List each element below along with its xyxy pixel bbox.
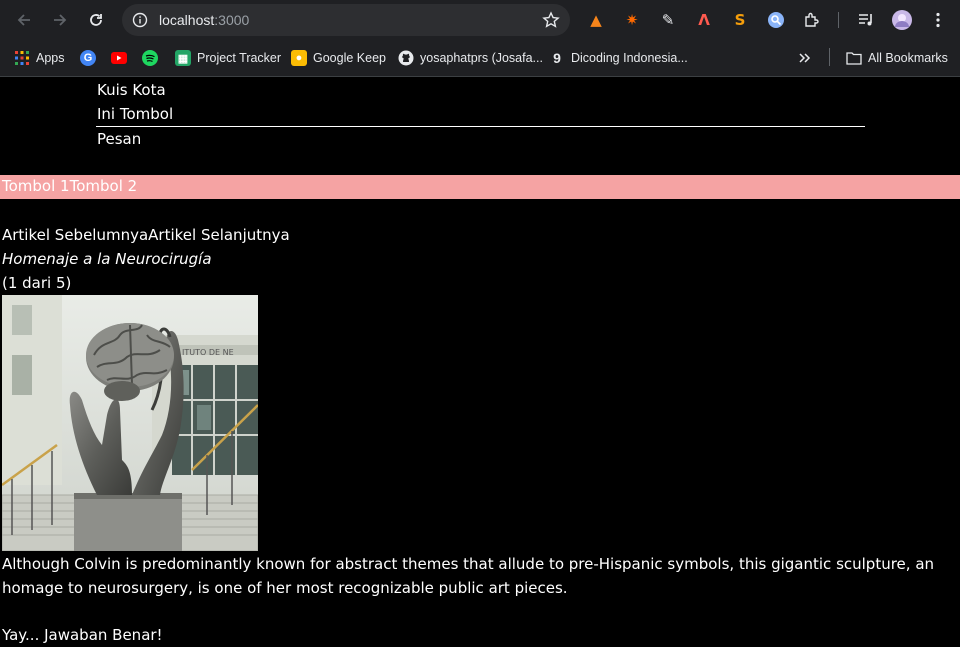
- keep-icon: ●: [291, 50, 307, 66]
- bookmark-dicoding[interactable]: 9 Dicoding Indonesia...: [549, 49, 688, 67]
- github-icon: [398, 50, 414, 66]
- address-bar[interactable]: localhost:3000: [122, 4, 570, 36]
- bookmark-all-bookmarks[interactable]: All Bookmarks: [846, 49, 948, 67]
- profile-avatar-icon[interactable]: [892, 10, 912, 30]
- artwork-counter: (1 dari 5): [2, 274, 72, 292]
- menu-item-kuis-kota[interactable]: Kuis Kota: [97, 81, 166, 99]
- reload-icon[interactable]: [84, 8, 108, 32]
- answer-result: Yay... Jawaban Benar!: [2, 626, 163, 644]
- extensions-puzzle-icon[interactable]: [802, 10, 822, 30]
- page-content: Kuis Kota Ini Tombol Pesan Tombol 1Tombo…: [0, 77, 960, 647]
- browser-toolbar: localhost:3000 ▲ ✷ ✎ Λ S: [0, 0, 960, 40]
- bookmark-label: Apps: [36, 51, 65, 65]
- tombol-1-button[interactable]: Tombol 1: [2, 175, 70, 197]
- bookmarks-divider: [829, 48, 830, 66]
- bookmark-google-keep[interactable]: ● Google Keep: [291, 49, 386, 67]
- url-host: localhost: [159, 12, 215, 28]
- google-account-icon: G: [80, 50, 96, 66]
- toolbar-divider: [838, 12, 839, 28]
- url-port: :3000: [214, 12, 250, 28]
- bookmark-label: All Bookmarks: [868, 51, 948, 65]
- prev-article-link[interactable]: Artikel Sebelumnya: [2, 226, 148, 244]
- next-article-link[interactable]: Artikel Selanjutnya: [148, 226, 290, 244]
- blue-search-extension-icon[interactable]: [766, 10, 786, 30]
- bookmarks-bar: Apps G ▦ Project Tracker ● Google Keep y…: [0, 40, 960, 77]
- bookmark-star-icon[interactable]: [542, 11, 560, 33]
- folder-icon: [846, 50, 862, 66]
- bookmark-project-tracker[interactable]: ▦ Project Tracker: [175, 49, 281, 67]
- bookmark-youtube[interactable]: [111, 49, 133, 67]
- tombol-2-button[interactable]: Tombol 2: [70, 175, 138, 197]
- dicoding-icon: 9: [553, 50, 561, 66]
- artwork-title: Homenaje a la Neurocirugía: [2, 250, 212, 268]
- article-nav: Artikel SebelumnyaArtikel Selanjutnya: [2, 226, 290, 244]
- bookmark-label: Dicoding Indonesia...: [571, 51, 688, 65]
- sculpture-photo: ITUTO DE NE: [2, 295, 258, 551]
- bookmark-label: yosaphatprs (Josafa...: [420, 51, 543, 65]
- address-url[interactable]: localhost:3000: [159, 12, 249, 28]
- sheets-icon: ▦: [175, 50, 191, 66]
- menu-divider: [96, 126, 865, 127]
- more-bookmarks-chevron-icon[interactable]: [798, 49, 812, 67]
- media-control-icon[interactable]: [856, 10, 876, 30]
- color-picker-icon[interactable]: ✎: [658, 10, 678, 30]
- youtube-icon: [111, 50, 127, 66]
- artwork-description: Although Colvin is predominantly known f…: [2, 555, 935, 597]
- apps-grid-icon: [14, 50, 30, 66]
- metamask-fox-icon[interactable]: ▲: [586, 10, 606, 30]
- menu-item-ini-tombol[interactable]: Ini Tombol: [97, 105, 173, 123]
- bookmark-label: Google Keep: [313, 51, 386, 65]
- site-info-icon[interactable]: [132, 12, 148, 32]
- button-bar: Tombol 1Tombol 2: [0, 175, 960, 199]
- chrome-menu-icon[interactable]: [928, 10, 948, 30]
- bookmark-google-account[interactable]: G: [80, 49, 102, 67]
- bookmark-spotify[interactable]: [142, 49, 164, 67]
- bookmark-label: Project Tracker: [197, 51, 282, 65]
- starburst-extension-icon[interactable]: ✷: [622, 10, 642, 30]
- spotify-icon: [142, 50, 158, 66]
- orange-s-extension-icon[interactable]: S: [730, 10, 750, 30]
- menu-item-pesan[interactable]: Pesan: [97, 130, 141, 148]
- red-a-extension-icon[interactable]: Λ: [694, 10, 714, 30]
- bookmark-github[interactable]: yosaphatprs (Josafa...: [398, 49, 543, 67]
- building-sign-text: ITUTO DE NE: [182, 348, 234, 357]
- bookmark-apps[interactable]: Apps: [14, 49, 65, 67]
- forward-arrow-icon[interactable]: [48, 8, 72, 32]
- back-arrow-icon[interactable]: [12, 8, 36, 32]
